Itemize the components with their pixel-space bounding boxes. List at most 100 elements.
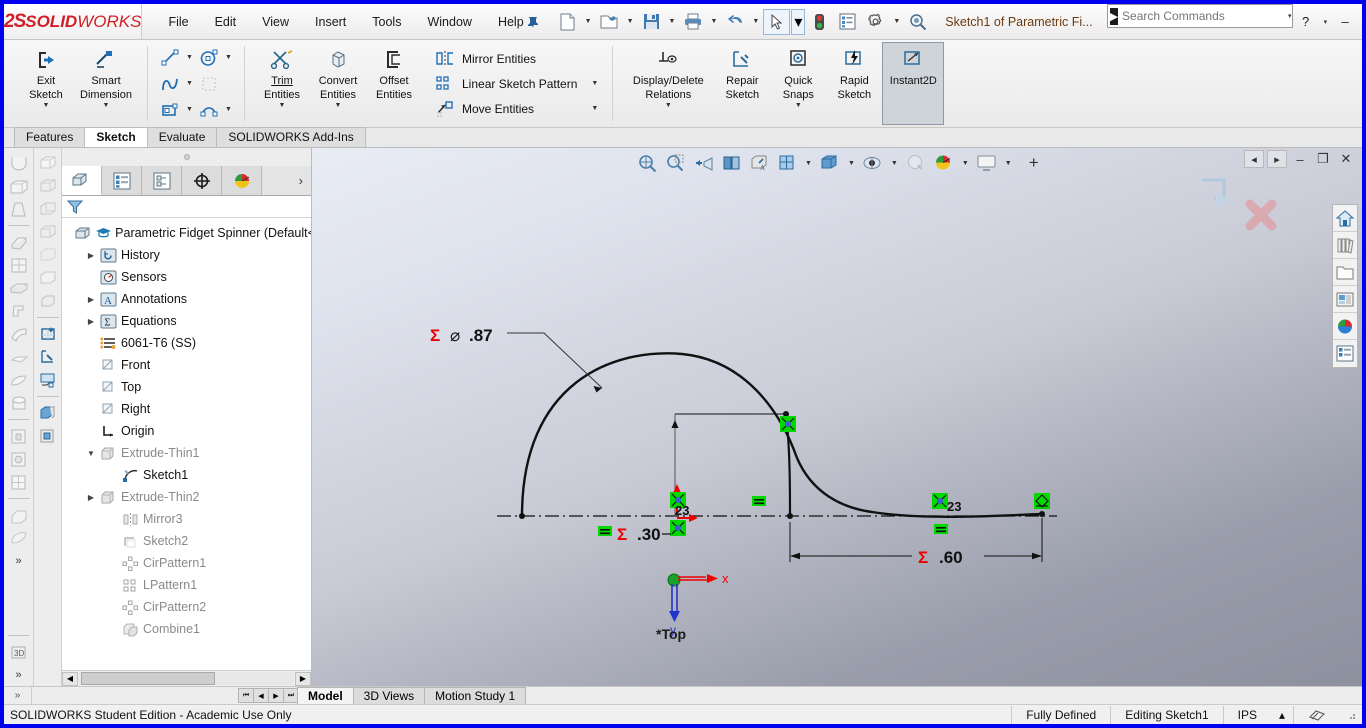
options-button[interactable] xyxy=(862,9,889,35)
tree-item-mirror3[interactable]: ▶ Mirror3 xyxy=(62,508,311,530)
box-view-icon[interactable] xyxy=(35,425,61,447)
assembly-icon[interactable] xyxy=(35,402,61,424)
tree-item-extrude-thin1[interactable]: ▼ Extrude-Thin1 xyxy=(62,442,311,464)
select-tool-dropdown-icon[interactable]: ▾ xyxy=(791,8,806,35)
circle-tool-button[interactable] xyxy=(196,45,222,70)
tree-item-cirpattern2[interactable]: ▶ CirPattern2 xyxy=(62,596,311,618)
minimize-button[interactable]: – xyxy=(1332,9,1358,35)
exit-sketch-button[interactable]: Exit Sketch ▼ xyxy=(18,42,74,125)
plane-cube-icon-4[interactable] xyxy=(35,221,61,243)
doc-tab-3d-views[interactable]: 3D Views xyxy=(352,687,426,704)
status-units[interactable]: IPS xyxy=(1222,705,1271,724)
property-manager-tab[interactable] xyxy=(102,166,142,195)
plane-cube-icon-5[interactable] xyxy=(35,244,61,266)
smart-dimension-button[interactable]: Smart Dimension ▼ xyxy=(74,42,138,125)
tab-first-button[interactable]: ⏮ xyxy=(238,688,254,703)
minimize-doc-button[interactable]: – xyxy=(1290,150,1310,168)
arc-tool-dropdown-icon[interactable]: ▼ xyxy=(222,97,235,122)
mirror-entities-row[interactable]: Mirror Entities xyxy=(430,46,603,71)
display-style-button[interactable] xyxy=(774,151,800,175)
display-manager-tab[interactable] xyxy=(222,166,262,195)
instant2d-button[interactable]: Instant2D xyxy=(882,42,945,125)
features-overflow-icon[interactable]: » xyxy=(6,550,32,572)
arc-tool-button[interactable] xyxy=(196,97,222,122)
menu-item-help[interactable]: Help xyxy=(496,12,526,32)
spline-tool-button[interactable] xyxy=(157,71,183,96)
restore-right-button[interactable]: ▸ xyxy=(1267,150,1287,168)
solid-cube-icon[interactable] xyxy=(35,290,61,312)
feature-tree-filter-bar[interactable] xyxy=(62,196,311,218)
rib-icon[interactable] xyxy=(6,231,32,253)
repair-sketch-button[interactable]: Repair Sketch xyxy=(714,42,770,125)
extrude-cut-icon[interactable] xyxy=(6,425,32,447)
shell-icon[interactable] xyxy=(6,175,32,197)
tree-item-right-plane[interactable]: ▶ Right xyxy=(62,398,311,420)
plane-cube-icon-3[interactable] xyxy=(35,198,61,220)
quick-snaps-button[interactable]: Quick Snaps ▼ xyxy=(770,42,826,125)
tree-arrow-annotations[interactable]: ▶ xyxy=(84,295,98,304)
smart-dimension-dropdown-icon[interactable]: ▼ xyxy=(103,102,110,109)
save-document-button[interactable] xyxy=(638,9,665,35)
hscroll-thumb[interactable] xyxy=(81,672,215,685)
bottom-overflow-icon[interactable]: » xyxy=(4,687,32,704)
feature-manager-grip[interactable] xyxy=(62,148,311,166)
doc-tab-model[interactable]: Model xyxy=(297,687,354,704)
status-overlay-icon[interactable] xyxy=(1293,705,1340,724)
render-sphere-button[interactable] xyxy=(931,151,957,175)
apply-scene-button[interactable] xyxy=(903,151,929,175)
rebuild-button[interactable] xyxy=(806,9,833,35)
grid-dim-tool-button[interactable] xyxy=(196,71,222,96)
display-delete-relations-button[interactable]: Display/Delete Relations ▼ xyxy=(622,42,714,125)
open-document-button[interactable] xyxy=(596,9,623,35)
tab-solidworks-add-ins[interactable]: SOLIDWORKS Add-Ins xyxy=(216,127,366,147)
restore-left-button[interactable]: ◂ xyxy=(1244,150,1264,168)
repair-sketch-side-icon[interactable] xyxy=(35,346,61,368)
tree-arrow-extrude-thin1[interactable]: ▼ xyxy=(84,449,98,458)
file-properties-button[interactable] xyxy=(834,9,861,35)
tree-item-annotations[interactable]: ▶ A Annotations xyxy=(62,288,311,310)
tree-item-sketch1[interactable]: ▶ Sketch1 xyxy=(62,464,311,486)
close-doc-button[interactable]: ✕ xyxy=(1336,150,1356,168)
draft-icon[interactable] xyxy=(6,198,32,220)
menu-item-file[interactable]: File xyxy=(166,12,190,32)
display-style-dropdown-icon[interactable]: ▼ xyxy=(802,160,815,167)
curves-icon[interactable] xyxy=(6,527,32,549)
tree-item-lpattern1[interactable]: ▶ LPattern1 xyxy=(62,574,311,596)
tree-item-origin[interactable]: ▶ Origin xyxy=(62,420,311,442)
extrude-boss-icon[interactable] xyxy=(6,277,32,299)
graphics-area[interactable]: A ▼ ▼ ▼ ▼ ▼ + ◂ ▸ – ❐ ✕ Σ ⌀ .87 Σ .30 23… xyxy=(312,148,1362,686)
tree-item-sketch2[interactable]: ▶ Sketch2 xyxy=(62,530,311,552)
plane-cube-icon-6[interactable] xyxy=(35,267,61,289)
view-settings-cube-button[interactable] xyxy=(817,151,843,175)
spline-tool-dropdown-icon[interactable]: ▼ xyxy=(183,71,196,96)
print-document-button[interactable] xyxy=(679,9,706,35)
solidworks-resources-tab[interactable] xyxy=(1333,205,1357,232)
move-entities-row[interactable]: Move Entities ▼ xyxy=(430,96,603,121)
linear-sketch-pattern-dropdown-icon[interactable]: ▼ xyxy=(577,80,598,87)
tree-item-equations[interactable]: ▶ Σ Equations xyxy=(62,310,311,332)
restore-doc-button[interactable]: ❐ xyxy=(1313,150,1333,168)
tab-features[interactable]: Features xyxy=(14,127,86,147)
design-library-tab[interactable] xyxy=(1333,232,1357,259)
help-dropdown-icon[interactable]: ▾ xyxy=(1321,18,1331,26)
tree-arrow-extrude-thin2[interactable]: ▶ xyxy=(84,493,98,502)
save-document-dropdown-icon[interactable]: ▼ xyxy=(666,18,679,25)
feature-tree-hscrollbar[interactable]: ◀ ▶ xyxy=(62,670,311,686)
menu-item-tools[interactable]: Tools xyxy=(370,12,403,32)
help-button[interactable]: ? xyxy=(1293,9,1319,35)
tree-item-top-plane[interactable]: ▶ Top xyxy=(62,376,311,398)
convert-entities-dropdown-icon[interactable]: ▼ xyxy=(335,102,342,109)
sketch-overflow-icon[interactable]: » xyxy=(6,664,32,686)
plane-cube-icon-1[interactable] xyxy=(35,152,61,174)
pattern-icon[interactable] xyxy=(6,471,32,493)
tree-item-front-plane[interactable]: ▶ Front xyxy=(62,354,311,376)
rectangle-tool-button[interactable] xyxy=(157,97,183,122)
tree-item-sensors[interactable]: ▶ Sensors xyxy=(62,266,311,288)
offset-entities-button[interactable]: Offset Entities xyxy=(366,42,422,125)
line-tool-dropdown-icon[interactable]: ▼ xyxy=(183,45,196,70)
appearances-scenes-tab[interactable] xyxy=(1333,313,1357,340)
reference-geometry-icon[interactable] xyxy=(6,504,32,526)
zoom-to-fit-button[interactable] xyxy=(634,151,660,175)
tab-next-button[interactable]: ▶ xyxy=(268,688,284,703)
maximize-button[interactable]: ❐ xyxy=(1360,9,1366,35)
